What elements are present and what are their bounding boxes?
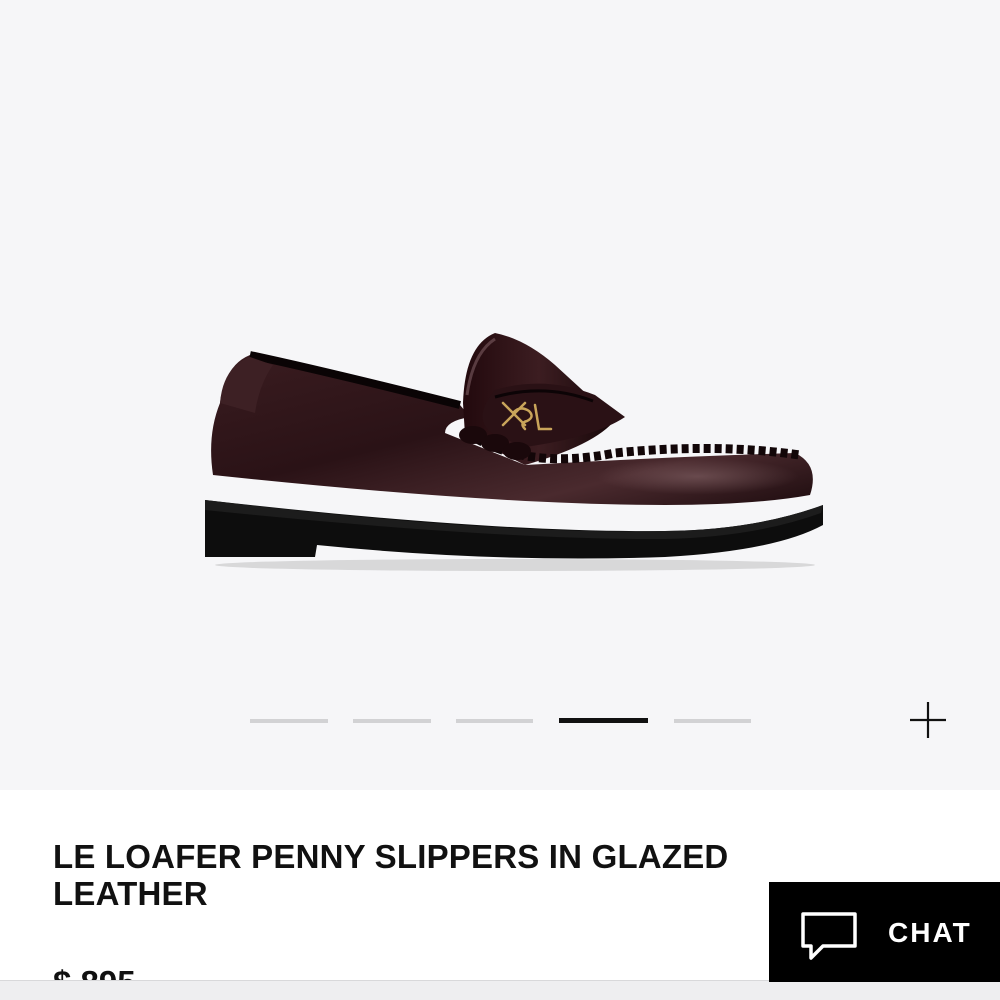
gallery-pager [250, 718, 770, 726]
chat-label: CHAT [888, 917, 972, 948]
slide-indicator-1[interactable] [250, 719, 328, 723]
product-gallery[interactable] [0, 0, 1000, 790]
product-title: LE LOAFER PENNY SLIPPERS IN GLAZED LEATH… [53, 838, 729, 912]
chat-button[interactable]: CHAT [769, 882, 1000, 982]
plus-icon [910, 702, 946, 738]
bottom-browser-bar [0, 980, 1000, 1000]
product-image [205, 333, 823, 571]
zoom-button[interactable] [906, 700, 950, 740]
slide-indicator-2[interactable] [353, 719, 431, 723]
slide-indicator-4-active[interactable] [559, 718, 648, 723]
slide-indicator-5[interactable] [674, 719, 751, 723]
speech-bubble-icon [801, 912, 857, 960]
slide-indicator-3[interactable] [456, 719, 533, 723]
